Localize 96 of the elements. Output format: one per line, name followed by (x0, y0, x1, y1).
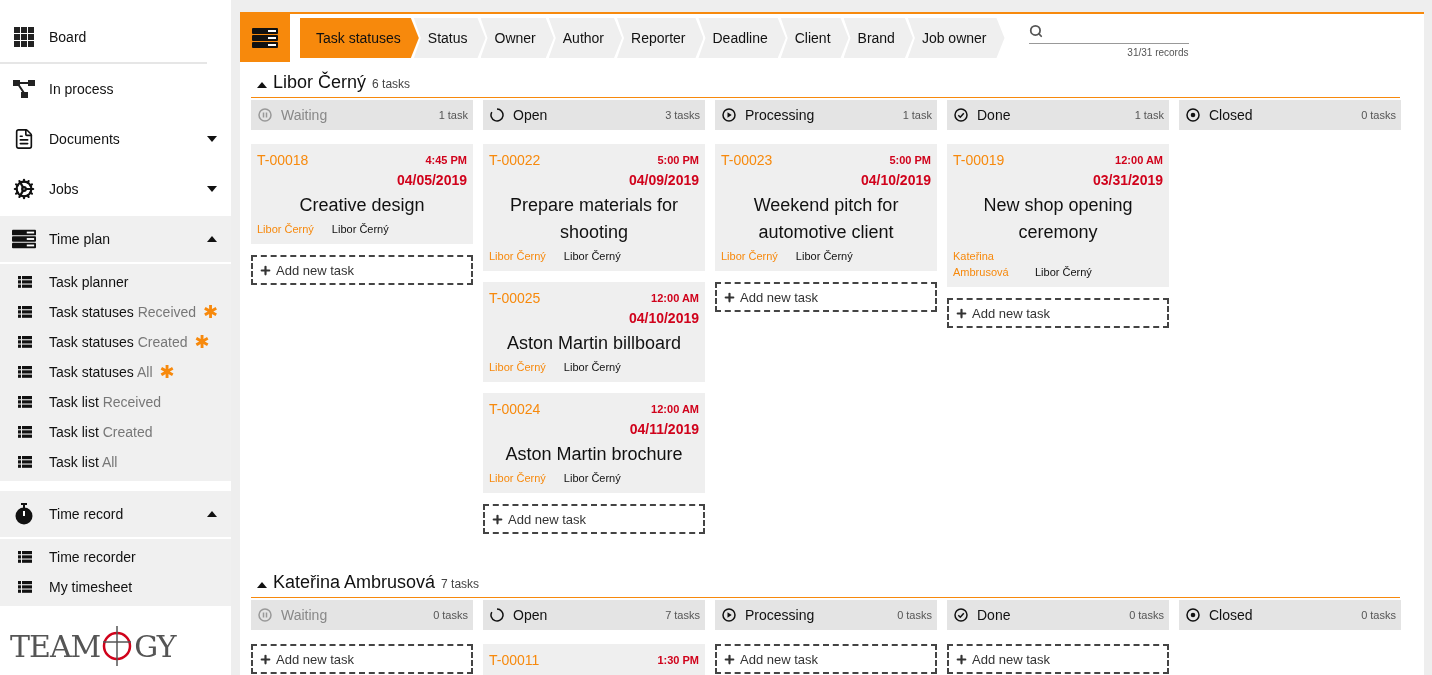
grid-icon (14, 27, 34, 47)
nav-subitem[interactable]: Task statuses Created ✱ (0, 327, 231, 357)
asterisk: ✱ (159, 363, 175, 381)
play-icon (722, 108, 736, 122)
caret-icon (207, 186, 217, 192)
add-task-button[interactable]: Add new task (715, 644, 937, 674)
asterisk: ✱ (194, 333, 210, 351)
group-count: 6 tasks (372, 77, 411, 91)
status-column-header: Processing 1 task (715, 100, 937, 130)
status-column-header: Processing 0 tasks (715, 600, 937, 630)
nav-subitem[interactable]: Task statuses Received ✱ (0, 297, 231, 327)
add-task-button[interactable]: Add new task (947, 298, 1169, 328)
add-task-button[interactable]: Add new task (483, 504, 705, 534)
plus-icon (723, 652, 736, 666)
nav-section-header[interactable]: Time record (0, 491, 231, 539)
breadcrumb-tab[interactable]: Brand (843, 18, 913, 58)
menu-button[interactable] (240, 14, 290, 62)
nav-item[interactable]: Jobs (0, 164, 231, 214)
caret-icon (207, 136, 217, 142)
plus-icon (723, 290, 736, 304)
list-icon (18, 306, 32, 318)
list-icon (18, 551, 32, 563)
stacked-bars-icon (252, 28, 278, 48)
add-task-button[interactable]: Add new task (251, 255, 473, 285)
add-task-button[interactable]: Add new task (251, 644, 473, 674)
nav-section-header[interactable]: Time plan (0, 216, 231, 264)
list-icon (18, 456, 32, 468)
list-icon (18, 426, 32, 438)
nav-subitem[interactable]: Task statuses All ✱ (0, 357, 231, 387)
task-card[interactable]: T-00019 12:00 AM 03/31/2019 New shop opening ceremony Kateřina Ambrusová Libor Černý (947, 144, 1169, 287)
list-icon (18, 366, 32, 378)
status-column-header: Open 7 tasks (483, 600, 705, 630)
task-card[interactable]: T-00011 1:30 PM (483, 644, 705, 675)
group-name: Libor Černý (273, 72, 367, 93)
breadcrumb-tab[interactable]: Author (548, 18, 622, 58)
check-circle-icon (954, 108, 968, 122)
breadcrumb-tab[interactable]: Status (413, 18, 486, 58)
caret-icon (207, 511, 217, 517)
breadcrumb-tab[interactable]: Reporter (617, 18, 704, 58)
pause-icon (258, 108, 272, 122)
nav-item[interactable]: Documents (0, 114, 231, 164)
task-card[interactable]: T-00018 4:45 PM 04/05/2019 Creative design Libor Černý Libor Černý (251, 144, 473, 244)
asterisk: ✱ (203, 303, 219, 321)
task-card[interactable]: T-00023 5:00 PM 04/10/2019 Weekend pitch for automotive client Libor Černý Libor Černý (715, 144, 937, 271)
plus-icon (259, 263, 272, 277)
status-column-header: Waiting 0 tasks (251, 600, 473, 630)
plus-icon (955, 306, 968, 320)
list-icon (18, 396, 32, 408)
dot-circle-icon (1186, 108, 1200, 122)
status-column-header: Waiting 1 task (251, 100, 473, 130)
plus-icon (491, 512, 504, 526)
plus-icon (259, 652, 272, 666)
breadcrumb-tab[interactable]: Client (780, 18, 849, 58)
status-column-header: Open 3 tasks (483, 100, 705, 130)
breadcrumb-tab[interactable]: Task statuses (300, 18, 419, 58)
pause-icon (258, 608, 272, 622)
nav-subitem[interactable]: Task list Created (0, 417, 231, 447)
status-column-header: Closed 0 tasks (1179, 600, 1401, 630)
status-column-header: Done 0 tasks (947, 600, 1169, 630)
status-column-header: Done 1 task (947, 100, 1169, 130)
status-column-header: Closed 0 tasks (1179, 100, 1401, 130)
check-circle-icon (954, 608, 968, 622)
caret-icon (207, 236, 217, 242)
group-name: Kateřina Ambrusová (273, 572, 436, 593)
group-count: 7 tasks (441, 577, 480, 591)
caret-icon (257, 82, 267, 88)
plus-icon (955, 652, 968, 666)
nav-subitem[interactable]: Task list All (0, 447, 231, 477)
list-icon (18, 336, 32, 348)
document-icon (13, 128, 35, 150)
task-card[interactable]: T-00025 12:00 AM 04/10/2019 Aston Martin billboard Libor Černý Libor Černý (483, 282, 705, 382)
record-count: 31/31 records (1127, 46, 1189, 58)
nav-item[interactable]: In process (0, 64, 231, 114)
breadcrumb-tab[interactable]: Job owner (907, 18, 1005, 58)
task-card[interactable]: T-00022 5:00 PM 04/09/2019 Prepare materials for shooting Libor Černý Libor Černý (483, 144, 705, 271)
gear-icon (13, 178, 35, 200)
network-icon (13, 79, 35, 99)
nav-subitem[interactable]: Time recorder (0, 542, 231, 572)
nav-subitem[interactable]: My timesheet (0, 572, 231, 602)
list-icon (18, 581, 32, 593)
logo: TEAM GY (0, 606, 231, 668)
caret-icon (257, 582, 267, 588)
nav-item[interactable]: Board (0, 12, 207, 64)
breadcrumb-tab[interactable]: Deadline (698, 18, 786, 58)
search-icon (1028, 23, 1043, 38)
nav-subitem[interactable]: Task list Received (0, 387, 231, 417)
stacked-bars-icon (12, 229, 36, 249)
task-card[interactable]: T-00024 12:00 AM 04/11/2019 Aston Martin brochure Libor Černý Libor Černý (483, 393, 705, 493)
nav-subitem[interactable]: Task planner (0, 267, 231, 297)
dot-circle-icon (1186, 608, 1200, 622)
list-icon (18, 276, 32, 288)
add-task-button[interactable]: Add new task (715, 282, 937, 312)
add-task-button[interactable]: Add new task (947, 644, 1169, 674)
stopwatch-icon (14, 503, 34, 525)
play-icon (722, 608, 736, 622)
breadcrumb-tab[interactable]: Owner (480, 18, 554, 58)
